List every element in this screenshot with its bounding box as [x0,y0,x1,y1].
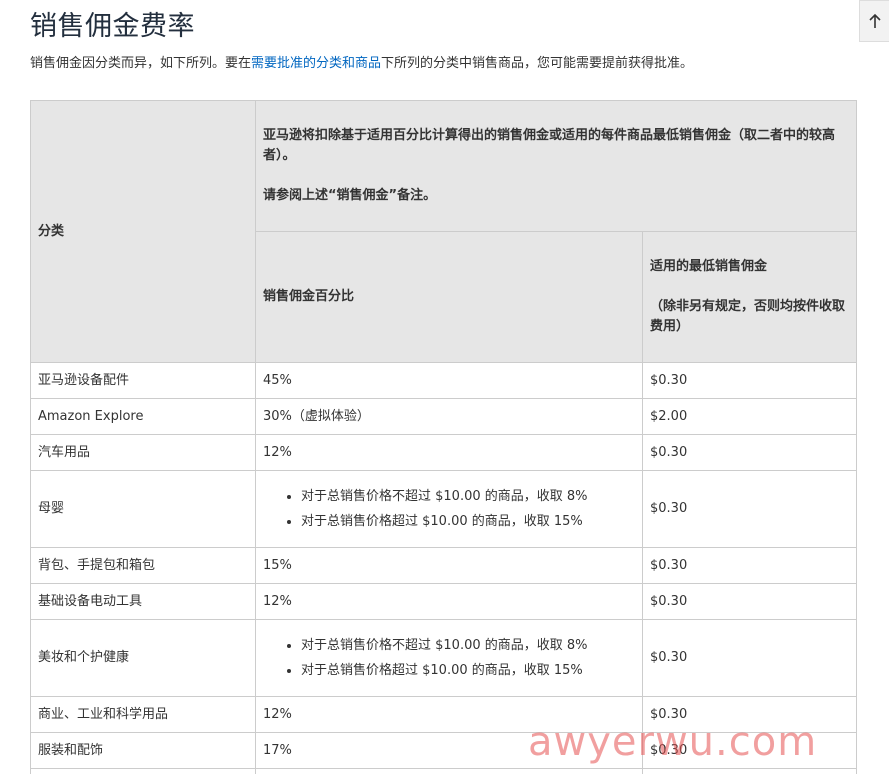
minimum-fee-cell: $0.30 [641,470,858,548]
table-row: 美妆和个护健康 对于总销售价格不超过 $10.00 的商品，收取 8% 对于总销… [30,619,858,697]
header-fee-description: 亚马逊将扣除基于适用百分比计算得出的销售佣金或适用的每件商品最低销售佣金（取二者… [254,100,858,232]
percentage-cell [255,768,643,774]
category-cell: 汽车用品 [30,434,256,471]
header-category: 分类 [30,100,256,363]
category-cell: 服装和配饰 [30,732,256,769]
table-row: 亚马逊设备配件 45% $0.30 [30,362,858,399]
minimum-fee-cell: $0.30 [641,362,858,399]
header-fee-note: 请参阅上述“销售佣金”备注。 [263,188,437,203]
page: 销售佣金费率 销售佣金因分类而异，如下所列。要在需要批准的分类和商品下所列的分类… [0,0,889,774]
category-cell: 亚马逊设备配件 [30,362,256,399]
percentage-cell: 对于总销售价格不超过 $10.00 的商品，收取 8% 对于总销售价格超过 $1… [255,619,643,697]
category-cell: 母婴 [30,470,256,548]
table-row [30,768,858,774]
minimum-fee-cell: $0.30 [641,583,858,620]
percentage-list: 对于总销售价格不超过 $10.00 的商品，收取 8% 对于总销售价格超过 $1… [263,633,635,683]
list-item: 对于总销售价格超过 $10.00 的商品，收取 15% [301,658,635,683]
intro-text-before: 销售佣金因分类而异，如下所列。要在 [30,56,252,71]
table-row: 汽车用品 12% $0.30 [30,434,858,471]
percentage-cell: 30%（虚拟体验） [255,398,643,435]
scroll-to-top-button[interactable] [859,0,889,42]
header-fee-rule: 亚马逊将扣除基于适用百分比计算得出的销售佣金或适用的每件商品最低销售佣金（取二者… [263,128,836,163]
header-minimum-fee: 适用的最低销售佣金 （除非另有规定，否则均按件收取费用） [641,231,858,363]
minimum-fee-cell: $2.00 [641,398,858,435]
minimum-fee-cell: $0.30 [641,619,858,697]
approval-categories-link[interactable]: 需要批准的分类和商品 [251,56,381,71]
minimum-fee-cell: $0.30 [641,434,858,471]
intro-text: 销售佣金因分类而异，如下所列。要在需要批准的分类和商品下所列的分类中销售商品，您… [30,55,870,73]
list-item: 对于总销售价格超过 $10.00 的商品，收取 15% [301,509,635,534]
category-cell: 基础设备电动工具 [30,583,256,620]
header-percentage: 销售佣金百分比 [255,231,643,363]
table-row: 母婴 对于总销售价格不超过 $10.00 的商品，收取 8% 对于总销售价格超过… [30,470,858,548]
category-cell: 背包、手提包和箱包 [30,547,256,584]
header-minimum-fee-note: （除非另有规定，否则均按件收取费用） [650,299,846,334]
minimum-fee-cell: $0.30 [641,547,858,584]
percentage-cell: 对于总销售价格不超过 $10.00 的商品，收取 8% 对于总销售价格超过 $1… [255,470,643,548]
intro-text-after: 下所列的分类中销售商品，您可能需要提前获得批准。 [381,56,694,71]
header-minimum-fee-title: 适用的最低销售佣金 [650,259,768,274]
percentage-cell: 12% [255,434,643,471]
minimum-fee-cell [641,768,858,774]
table-row: Amazon Explore 30%（虚拟体验） $2.00 [30,398,858,435]
watermark: awyerwu.com [528,719,818,765]
table-row: 背包、手提包和箱包 15% $0.30 [30,547,858,584]
percentage-cell: 15% [255,547,643,584]
category-cell: 商业、工业和科学用品 [30,696,256,733]
category-cell: 美妆和个护健康 [30,619,256,697]
list-item: 对于总销售价格不超过 $10.00 的商品，收取 8% [301,633,635,658]
page-title: 销售佣金费率 [30,11,195,42]
list-item: 对于总销售价格不超过 $10.00 的商品，收取 8% [301,484,635,509]
arrow-up-icon [868,13,881,28]
category-cell [30,768,256,774]
table-row: 基础设备电动工具 12% $0.30 [30,583,858,620]
percentage-cell: 12% [255,583,643,620]
percentage-cell: 45% [255,362,643,399]
category-cell: Amazon Explore [30,398,256,435]
percentage-list: 对于总销售价格不超过 $10.00 的商品，收取 8% 对于总销售价格超过 $1… [263,484,635,534]
fee-table: 分类 亚马逊将扣除基于适用百分比计算得出的销售佣金或适用的每件商品最低销售佣金（… [30,100,858,774]
